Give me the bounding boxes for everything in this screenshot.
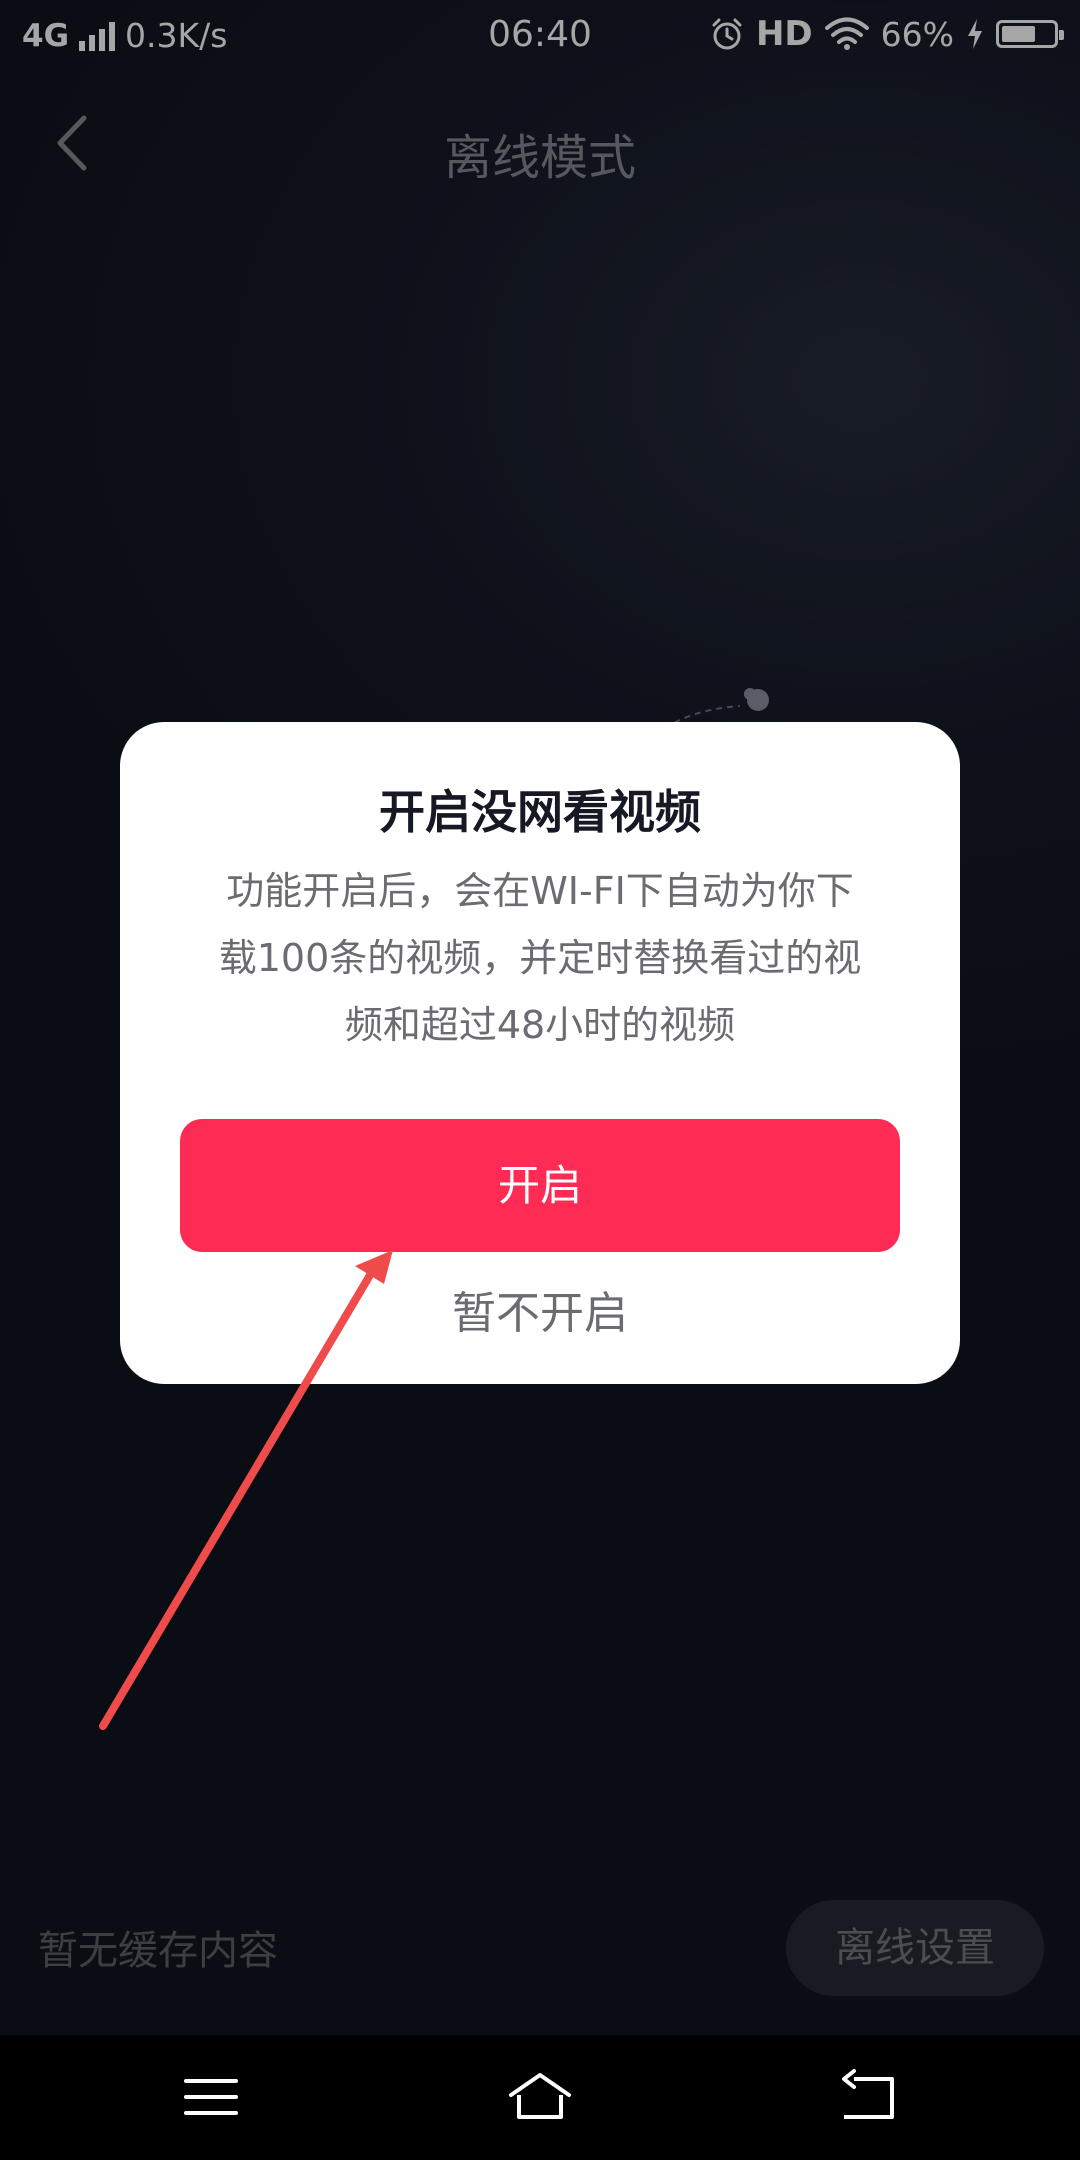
menu-icon[interactable] xyxy=(176,2067,246,2127)
home-icon[interactable] xyxy=(505,2067,575,2127)
dialog-body-line: 载100条的视频，并定时替换看过的视 xyxy=(218,936,862,980)
enable-button[interactable]: 开启 xyxy=(180,1119,900,1252)
enable-offline-dialog: 开启没网看视频 功能开启后，会在WI-FI下自动为你下 载100条的视频，并定时… xyxy=(120,722,960,1384)
offline-mode-screen: 4G 0.3K/s 06:40 HD 66% 离线模式 暂无缓存内容 离线设置 … xyxy=(0,0,1080,2035)
not-now-button[interactable]: 暂不开启 xyxy=(180,1278,900,1350)
dialog-body: 功能开启后，会在WI-FI下自动为你下 载100条的视频，并定时替换看过的视 频… xyxy=(180,858,900,1059)
dialog-body-line: 功能开启后，会在WI-FI下自动为你下 xyxy=(226,869,854,913)
dialog-body-line: 频和超过48小时的视频 xyxy=(344,1003,736,1047)
navigation-bar xyxy=(0,2035,1080,2160)
dialog-title: 开启没网看视频 xyxy=(379,785,701,839)
back-icon[interactable] xyxy=(834,2067,904,2127)
